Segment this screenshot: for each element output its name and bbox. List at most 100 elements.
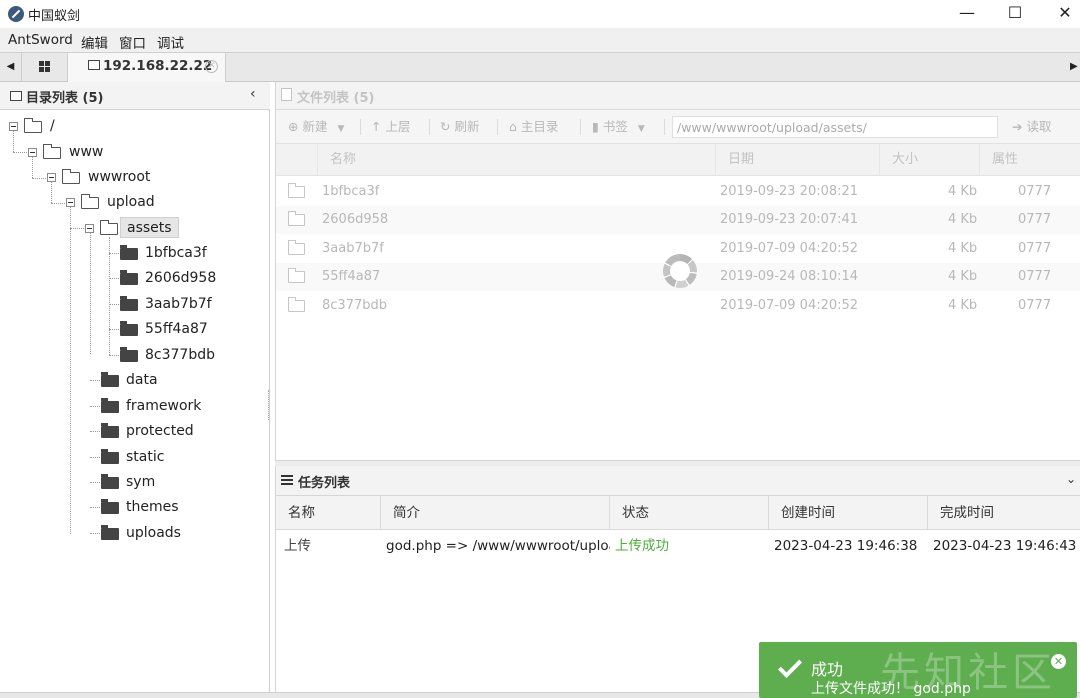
file-perm: 0777 (1018, 269, 1052, 284)
task-desc: god.php => /www/wwwroot/upload/ (386, 538, 610, 554)
tab-scroll-left-icon[interactable]: ◀ (0, 53, 22, 81)
column-task-created[interactable]: 创建时间 (769, 496, 928, 530)
tree-node-folder[interactable]: themes (101, 496, 251, 518)
tree-node-folder[interactable]: 3aab7b7f (120, 293, 260, 315)
folder-icon (288, 268, 305, 283)
collapse-toggle-icon[interactable] (9, 122, 18, 131)
up-level-button[interactable]: ↑ 上层 (371, 117, 410, 137)
file-icon (281, 88, 292, 101)
file-size: 4 Kb (948, 241, 978, 256)
tree-node-upload[interactable]: upload (65, 191, 185, 213)
file-size: 4 Kb (948, 269, 978, 284)
home-dir-button[interactable]: ⌂ 主目录 (509, 117, 558, 137)
maximize-button[interactable]: ☐ (990, 0, 1040, 28)
file-perm: 0777 (1018, 212, 1052, 227)
column-perm[interactable]: 属性 (980, 144, 1080, 176)
window-title: 中国蚁剑 (28, 9, 81, 24)
folder-open-icon (81, 194, 99, 209)
folder-icon (101, 449, 119, 464)
tab-connection[interactable]: 192.168.22.22 ✕ (68, 53, 226, 82)
file-perm: 0777 (1018, 241, 1052, 256)
tab-home-grid-icon[interactable] (22, 53, 68, 81)
tree-node-folder[interactable]: static (101, 446, 251, 468)
file-name: 55ff4a87 (322, 269, 381, 284)
file-row[interactable]: 8c377bdb 2019-07-09 04:20:52 4 Kb 0777 (276, 292, 1080, 320)
folder-icon (101, 525, 119, 540)
folder-icon (101, 423, 119, 438)
tree-node-folder[interactable]: uploads (101, 522, 251, 544)
collapse-toggle-icon[interactable] (85, 224, 94, 233)
collapse-panel-icon[interactable]: ‹ (250, 86, 256, 102)
path-input[interactable] (672, 116, 998, 138)
column-task-desc[interactable]: 简介 (381, 496, 610, 530)
tab-scroll-right-icon[interactable]: ▶ (1070, 53, 1080, 81)
file-perm: 0777 (1018, 298, 1052, 313)
file-row[interactable]: 1bfbca3f 2019-09-23 20:08:21 4 Kb 0777 (276, 178, 1080, 206)
tree-label: www (69, 144, 104, 160)
directory-panel: 目录列表 (5) ‹ / www wwwroot upload assets 1… (0, 82, 270, 692)
folder-open-icon (62, 169, 80, 184)
folder-open-icon (100, 220, 118, 235)
tree-label: / (50, 118, 55, 134)
file-name: 8c377bdb (322, 298, 387, 313)
file-perm: 0777 (1018, 184, 1052, 199)
folder-icon (288, 240, 305, 255)
collapse-chevron-icon[interactable]: ⌄ (1066, 472, 1076, 486)
tree-node-folder[interactable]: framework (101, 395, 251, 417)
collapse-toggle-icon[interactable] (66, 198, 75, 207)
collapse-toggle-icon[interactable] (47, 173, 56, 182)
task-finished: 2023-04-23 19:46:43 (933, 538, 1077, 554)
column-date[interactable]: 日期 (716, 144, 880, 176)
column-task-name[interactable]: 名称 (276, 496, 381, 530)
folder-icon (288, 183, 305, 198)
collapse-toggle-icon[interactable] (28, 148, 37, 157)
minimize-button[interactable]: — (942, 0, 992, 28)
file-row[interactable]: 2606d958 2019-09-23 20:07:41 4 Kb 0777 (276, 206, 1080, 234)
refresh-button[interactable]: ↻ 刷新 (440, 117, 479, 137)
file-size: 4 Kb (948, 298, 978, 313)
tab-bar: ◀ 192.168.22.22 ✕ ▶ (0, 52, 1080, 82)
read-button[interactable]: ➔ 读取 (1012, 117, 1051, 137)
tree-node-assets[interactable]: assets (84, 217, 194, 239)
tree-label-selected: assets (120, 217, 179, 238)
menu-window[interactable]: 窗口 (119, 32, 146, 52)
tree-node-folder[interactable]: 2606d958 (120, 267, 260, 289)
column-size[interactable]: 大小 (880, 144, 980, 176)
tree-node-folder[interactable]: 1bfbca3f (120, 242, 260, 264)
tree-label: 1bfbca3f (145, 245, 207, 261)
file-date: 2019-09-24 08:10:14 (720, 269, 859, 284)
menu-debug[interactable]: 调试 (157, 32, 184, 52)
column-name[interactable]: 名称 (318, 144, 716, 176)
tab-close-icon[interactable]: ✕ (205, 60, 218, 73)
folder-icon (288, 211, 305, 226)
task-panel-title: 任务列表 (298, 476, 351, 491)
directory-panel-title: 目录列表 (5) (26, 91, 104, 106)
folder-icon (88, 60, 100, 70)
tree-node-root[interactable]: / (8, 115, 108, 137)
checkmark-icon (777, 653, 803, 679)
menu-edit[interactable]: 编辑 (81, 32, 108, 52)
file-date: 2019-09-23 20:07:41 (720, 212, 859, 227)
column-task-finished[interactable]: 完成时间 (928, 496, 1080, 530)
tree-node-wwwroot[interactable]: wwwroot (46, 166, 166, 188)
tree-node-folder[interactable]: data (101, 369, 251, 391)
tree-node-folder[interactable]: sym (101, 471, 251, 493)
file-size: 4 Kb (948, 212, 978, 227)
tree-node-www[interactable]: www (27, 141, 127, 163)
file-panel-title: 文件列表 (5) (297, 91, 375, 106)
tree-label: uploads (126, 525, 181, 541)
folder-icon (101, 474, 119, 489)
file-date: 2019-07-09 04:20:52 (720, 298, 859, 313)
tree-node-folder[interactable]: protected (101, 420, 251, 442)
task-status: 上传成功 (615, 538, 669, 554)
new-button[interactable]: ⊕ 新建 ▼ (288, 117, 344, 137)
menu-antsword[interactable]: AntSword (8, 32, 73, 48)
close-button[interactable]: ✕ (1040, 0, 1080, 28)
task-created: 2023-04-23 19:46:38 (774, 538, 918, 554)
bookmark-button[interactable]: ▮ 书签 ▼ (592, 117, 645, 137)
column-task-status[interactable]: 状态 (610, 496, 769, 530)
tree-node-folder[interactable]: 8c377bdb (120, 344, 260, 366)
arrow-up-icon: ↑ (371, 119, 382, 134)
tree-node-folder[interactable]: 55ff4a87 (120, 318, 260, 340)
vertical-splitter[interactable] (268, 390, 271, 420)
